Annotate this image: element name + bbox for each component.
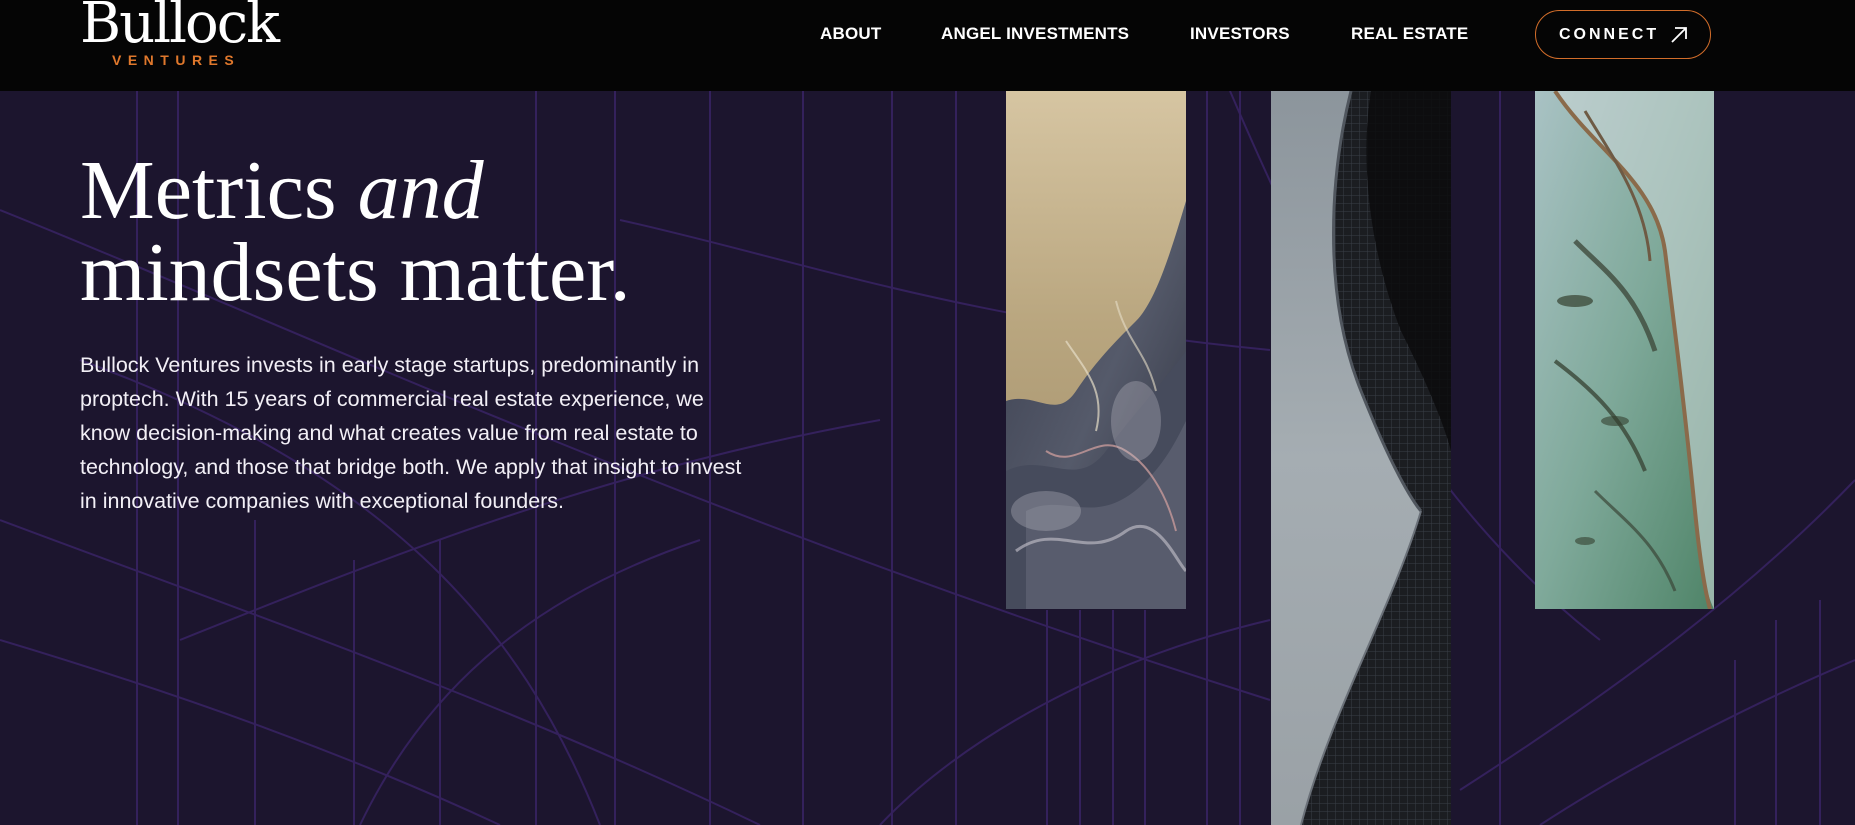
nav-item-real-estate[interactable]: REAL ESTATE [1351, 24, 1468, 44]
nav-item-investors[interactable]: INVESTORS [1190, 24, 1290, 44]
site-header: Bullock VENTURES ABOUT ANGEL INVESTMENTS… [0, 0, 1855, 91]
curved-skyscraper-image [1271, 91, 1451, 825]
nav-item-angel-investments[interactable]: ANGEL INVESTMENTS [941, 24, 1129, 44]
arrow-up-right-icon [1671, 27, 1687, 43]
hero-title: Metrics and mindsets matter. [80, 149, 631, 315]
connect-button[interactable]: CONNECT [1535, 10, 1711, 59]
logo-wordmark: Bullock [80, 0, 280, 56]
aerial-desert-image [1006, 91, 1186, 609]
connect-label: CONNECT [1559, 26, 1660, 43]
brand-logo[interactable]: Bullock VENTURES [80, 0, 280, 68]
nav-item-about[interactable]: ABOUT [820, 24, 881, 44]
hero-description: Bullock Ventures invests in early stage … [80, 353, 742, 513]
aerial-coastline-image [1535, 91, 1714, 609]
hero-title-emphasis: and [357, 144, 484, 237]
hero-title-line1: Metrics [80, 144, 337, 237]
hero-title-line2: mindsets matter. [80, 226, 631, 319]
